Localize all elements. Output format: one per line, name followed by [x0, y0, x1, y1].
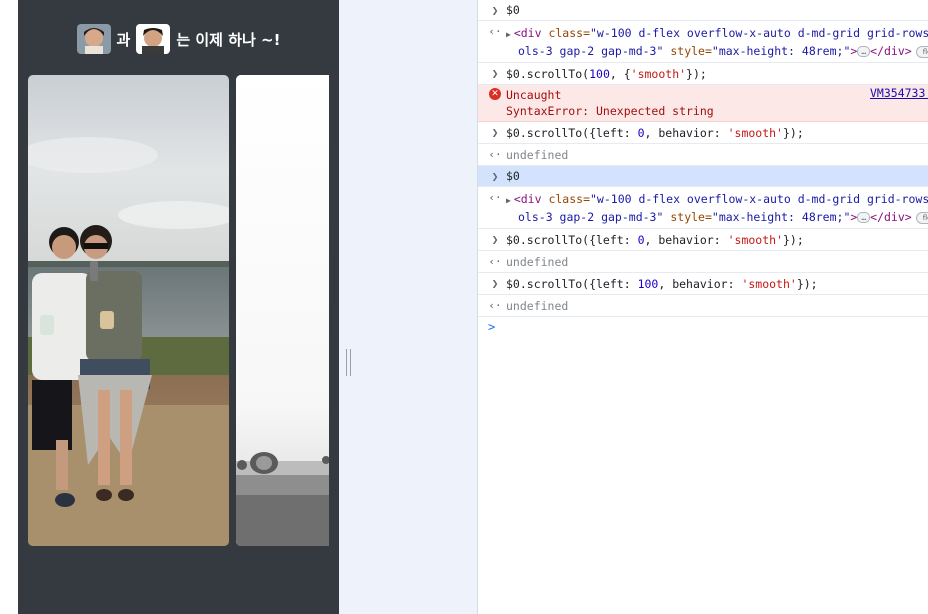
chevron-right-icon: ❯	[491, 126, 499, 139]
return-arrow-icon: ‹·	[488, 148, 502, 161]
error-source-link[interactable]: VM354733:1	[870, 86, 928, 100]
triangle-right-icon[interactable]: ▶	[506, 30, 511, 39]
console-result-row: ‹· undefined	[478, 144, 928, 166]
panel-title: 과 는 이제 하나 ~!	[18, 24, 339, 54]
chevron-right-icon: ❯	[491, 4, 499, 17]
page-margin	[0, 0, 18, 614]
return-arrow-icon: ‹·	[488, 255, 502, 268]
console-input-row[interactable]: ❯ $0	[478, 0, 928, 21]
console-error-row[interactable]: ✕ VM354733:1 Uncaught SyntaxError: Unexp…	[478, 85, 928, 122]
return-arrow-icon: ‹·	[488, 25, 502, 38]
console-input-row[interactable]: ❯ $0.scrollTo({left: 0, behavior: 'smoot…	[478, 122, 928, 144]
error-message: SyntaxError: Unexpected string	[506, 104, 714, 118]
photo-panel: 과 는 이제 하나 ~!	[18, 0, 339, 614]
console-input-row[interactable]: ❯ $0.scrollTo({left: 100, behavior: 'smo…	[478, 273, 928, 295]
collapsed-children-button[interactable]: …	[857, 212, 871, 223]
triangle-right-icon[interactable]: ▶	[506, 196, 511, 205]
console-element-output[interactable]: ‹· ▶ <div class="w-100 d-flex overflow-x-…	[478, 187, 928, 229]
field-photo[interactable]	[236, 75, 329, 546]
panel-resize-handle[interactable]	[346, 349, 351, 376]
console-input-text: $0	[506, 3, 520, 17]
console-input-row[interactable]: ❯ $0.scrollTo({left: 0, behavior: 'smoot…	[478, 229, 928, 251]
error-circle-icon: ✕	[489, 88, 501, 100]
chevron-right-icon: ❯	[491, 233, 499, 246]
console-input-row[interactable]: ❯ $0.scrollTo(100, {'smooth'});	[478, 63, 928, 85]
console-element-output[interactable]: ‹· ▶ <div class="w-100 d-flex overflow-x-…	[478, 21, 928, 63]
chevron-right-icon: ❯	[491, 170, 499, 183]
error-title: Uncaught	[506, 88, 562, 102]
console-result-row: ‹· undefined	[478, 295, 928, 317]
devtools-console[interactable]: ❯ $0 ‹· ▶ <div class="w-100 d-flex overfl…	[477, 0, 928, 614]
console-result-row: ‹· undefined	[478, 251, 928, 273]
chevron-right-icon: ❯	[491, 67, 499, 80]
avatar-woman	[76, 24, 111, 54]
collapsed-children-button[interactable]: …	[857, 46, 871, 57]
page-gap	[339, 0, 477, 614]
console-input-row-selected[interactable]: ❯ $0	[478, 166, 928, 187]
return-arrow-icon: ‹·	[488, 299, 502, 312]
avatar-man	[136, 24, 171, 54]
title-particle: 과	[116, 30, 131, 49]
console-prompt[interactable]: >	[488, 320, 495, 334]
flex-badge[interactable]: flex	[915, 211, 928, 224]
flex-badge[interactable]: flex	[915, 45, 928, 58]
couple-photo[interactable]	[28, 75, 229, 546]
return-arrow-icon: ‹·	[488, 191, 502, 204]
title-suffix: 는 이제 하나 ~!	[176, 30, 281, 49]
chevron-right-icon: ❯	[491, 277, 499, 290]
